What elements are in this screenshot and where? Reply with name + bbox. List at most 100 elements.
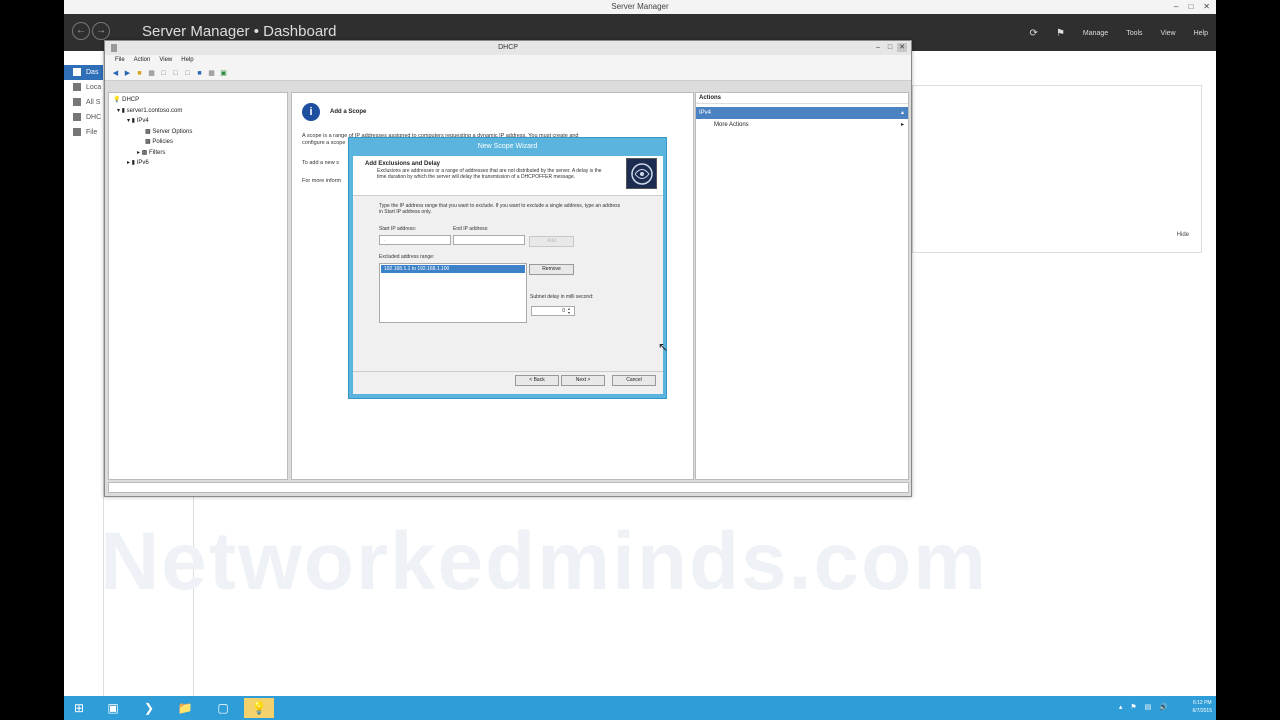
nav-item-dhcp[interactable]: DHC — [64, 110, 103, 125]
server-manager-nav: Das Loca All S DHC File — [64, 51, 104, 696]
add-button[interactable]: Add — [529, 236, 574, 247]
nav-item-all-servers[interactable]: All S — [64, 95, 103, 110]
clock[interactable]: 6:12 PM 6/7/2015 — [1193, 699, 1212, 715]
dashboard-panel: Hide — [912, 85, 1202, 253]
menu-file[interactable]: File — [115, 55, 125, 66]
dashboard-icon — [73, 68, 81, 76]
tree-node-server-options[interactable]: ▩ Server Options — [109, 127, 287, 138]
step-description: Exclusions are addresses or a range of a… — [377, 168, 602, 180]
nav-item-file-services[interactable]: File — [64, 125, 103, 140]
wizard-header: Add Exclusions and Delay Exclusions are … — [353, 156, 663, 196]
stepper-arrows-icon[interactable]: ▴ ▾ — [568, 307, 574, 315]
forward-arrow-icon[interactable]: → — [92, 22, 110, 40]
console-icon[interactable]: ▦ — [207, 69, 216, 78]
more-actions[interactable]: More Actions ▸ — [696, 119, 908, 131]
clock-date: 6/7/2015 — [1192, 708, 1212, 714]
dhcp-app-icon — [111, 44, 117, 52]
close-icon[interactable]: ✕ — [1203, 0, 1210, 14]
remove-button[interactable]: Remove — [529, 264, 574, 275]
breadcrumb: Server Manager • Dashboard — [142, 23, 337, 40]
server-manager-titlebar: Server Manager – □ ✕ — [64, 0, 1216, 14]
volume-icon[interactable]: 🔊 — [1159, 703, 1168, 711]
server-manager-taskbar-icon[interactable]: ▣ — [98, 698, 128, 718]
back-arrow-icon[interactable]: ← — [72, 22, 90, 40]
clock-time: 6:12 PM — [1192, 700, 1212, 706]
tree-node-ipv4[interactable]: ▾ ▮ IPv4 — [109, 116, 287, 127]
network-icon[interactable]: ▤ — [1145, 703, 1152, 711]
menu-help[interactable]: Help — [1194, 30, 1208, 37]
powershell-taskbar-icon[interactable]: ❯ — [134, 698, 164, 718]
actions-pane: Actions IPv4 ▴ More Actions ▸ — [695, 92, 909, 480]
properties-icon[interactable]: □ — [159, 69, 168, 78]
minimize-icon[interactable]: – — [1174, 0, 1178, 14]
dhcp-menubar: File Action View Help — [105, 55, 911, 66]
new-scope-wizard: New Scope Wizard Add Exclusions and Dela… — [348, 137, 667, 399]
refresh-icon[interactable]: □ — [171, 69, 180, 78]
tree-node-filters[interactable]: ▸ ▩ Filters — [109, 148, 287, 159]
end-ip-input[interactable] — [453, 235, 525, 245]
next-button[interactable]: Next > — [561, 375, 605, 386]
file-icon — [73, 128, 81, 136]
dhcp-titlebar: DHCP – □ ✕ — [105, 41, 911, 55]
maximize-icon[interactable]: □ — [885, 43, 895, 52]
flag-icon[interactable]: ⚑ — [1056, 28, 1065, 39]
window-title: Server Manager — [611, 2, 669, 11]
tree-node-ipv6[interactable]: ▸ ▮ IPv6 — [109, 158, 287, 169]
center-heading: Add a Scope — [330, 109, 367, 115]
action-center-icon[interactable]: ⚑ — [1130, 703, 1136, 711]
minimize-icon[interactable]: – — [873, 43, 883, 52]
instruction-text: Type the IP address range that you want … — [379, 203, 621, 215]
watermark: Networkedminds.com — [100, 516, 989, 607]
list-item[interactable]: 192.168.1.1 to 192.168.1.100 — [381, 265, 525, 273]
menu-manage[interactable]: Manage — [1083, 30, 1108, 37]
start-ip-input[interactable]: . — [379, 235, 451, 245]
menu-view[interactable]: View — [1161, 30, 1176, 37]
show-hidden-icons-icon[interactable]: ▴ — [1119, 703, 1123, 711]
tree-node-dhcp[interactable]: 💡 DHCP — [109, 95, 287, 106]
step-title: Add Exclusions and Delay — [365, 161, 441, 167]
button-separator — [353, 371, 663, 372]
dhcp-icon — [73, 113, 81, 121]
desktop: Server Manager – □ ✕ ← → Server Manager … — [64, 0, 1216, 720]
start-ip-label: Start IP address: — [379, 226, 417, 232]
close-icon[interactable]: ✕ — [897, 43, 907, 52]
nav-item-local-server[interactable]: Loca — [64, 80, 103, 95]
tree-node-policies[interactable]: ▩ Policies — [109, 137, 287, 148]
menu-help[interactable]: Help — [181, 55, 193, 66]
up-folder-icon[interactable]: ■ — [135, 69, 144, 78]
chevron-right-icon: ▸ — [900, 122, 904, 128]
back-arrow-icon[interactable]: ◀ — [111, 69, 120, 78]
dhcp-title: DHCP — [498, 44, 518, 51]
help-icon[interactable]: ■ — [195, 69, 204, 78]
explorer-taskbar-icon[interactable]: 📁 — [170, 698, 200, 718]
actions-group-ipv4[interactable]: IPv4 ▴ — [696, 107, 908, 119]
refresh-icon[interactable]: ⟳ — [1030, 28, 1038, 39]
maximize-icon[interactable]: □ — [1188, 0, 1193, 14]
tree-node-server[interactable]: ▾ ▮ server1.contoso.com — [109, 106, 287, 117]
cancel-button[interactable]: Cancel — [612, 375, 656, 386]
monitor-icon[interactable]: ▣ — [219, 69, 228, 78]
status-bar — [108, 482, 909, 493]
hide-link[interactable]: Hide — [1177, 232, 1189, 238]
wizard-title: New Scope Wizard — [477, 143, 538, 150]
system-tray: ▴ ⚑ ▤ 🔊 — [1119, 703, 1168, 711]
back-button[interactable]: < Back — [515, 375, 559, 386]
start-icon[interactable]: ⊞ — [64, 698, 94, 718]
taskbar: ⊞ ▣ ❯ 📁 ▢ 💡 ▴ ⚑ ▤ 🔊 6:12 PM 6/7/2015 — [64, 696, 1216, 720]
nav-item-dashboard[interactable]: Das — [64, 65, 103, 80]
excluded-range-list[interactable]: 192.168.1.1 to 192.168.1.100 — [379, 263, 527, 323]
collapse-icon[interactable]: ▴ — [901, 107, 904, 119]
menu-tools[interactable]: Tools — [1126, 30, 1142, 37]
subnet-delay-label: Subnet delay in milli second: — [530, 294, 594, 300]
show-hide-tree-icon[interactable]: ▦ — [147, 69, 156, 78]
excluded-range-label: Excluded address range: — [379, 254, 435, 260]
menu-view[interactable]: View — [159, 55, 172, 66]
dhcp-taskbar-icon[interactable]: 💡 — [244, 698, 274, 718]
wizard-body: Add Exclusions and Delay Exclusions are … — [353, 156, 663, 394]
remote-desktop-taskbar-icon[interactable]: ▢ — [208, 698, 238, 718]
export-icon[interactable]: □ — [183, 69, 192, 78]
forward-arrow-icon[interactable]: ▶ — [123, 69, 132, 78]
info-icon: i — [302, 103, 320, 121]
menu-action[interactable]: Action — [134, 55, 151, 66]
mouse-cursor-icon: ↖ — [658, 340, 669, 354]
